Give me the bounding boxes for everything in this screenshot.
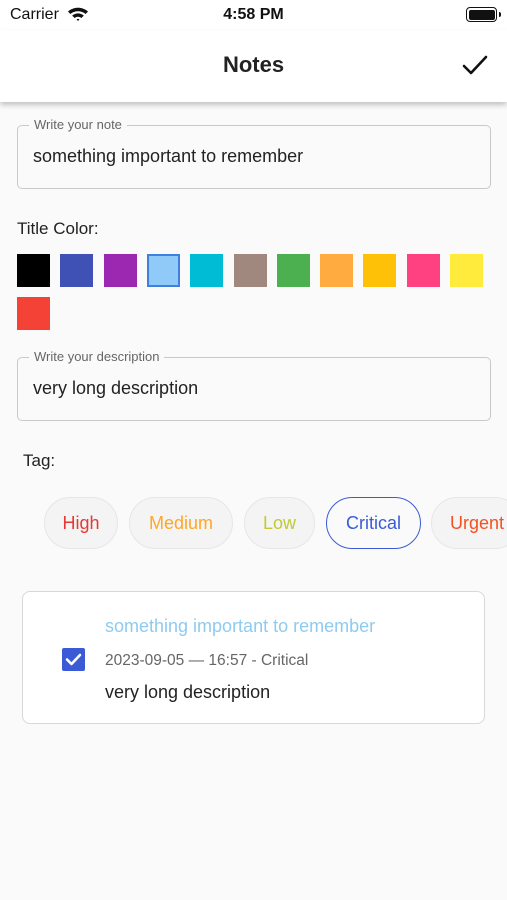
description-field-value[interactable]: very long description [33,378,198,399]
note-card-description: very long description [105,682,271,702]
note-field-label: Write your note [29,117,127,132]
color-swatch-green[interactable] [277,254,310,287]
color-swatch-black[interactable] [17,254,50,287]
battery-full-icon [466,7,501,22]
tag-chip-label: Medium [148,512,214,533]
app-bar: Notes [0,30,507,102]
color-swatch-red[interactable] [17,297,50,330]
tag-chip-urgent[interactable]: Urgent [431,497,507,549]
color-swatch-orange[interactable] [320,254,353,287]
tag-chip-low[interactable]: Low [244,497,315,549]
tag-chip-label: Low [262,512,297,533]
color-swatch-brown[interactable] [234,254,267,287]
note-done-checkbox[interactable] [62,648,85,671]
page-title: Notes [222,52,285,77]
color-swatch-indigo[interactable] [60,254,93,287]
description-field[interactable]: Write your description very long descrip… [17,349,491,421]
color-swatch-amber[interactable] [363,254,396,287]
tag-chip-label: Urgent [450,512,505,533]
checkmark-icon [462,55,488,75]
status-bar: Carrier 4:58 PM [0,0,507,30]
color-swatch-pink[interactable] [407,254,440,287]
tag-chip-label: High [62,512,100,533]
save-button[interactable] [458,50,492,80]
title-color-label: Title Color: [17,219,99,238]
note-field-value[interactable]: something important to remember [33,146,303,167]
description-field-label: Write your description [29,349,165,364]
tag-chip-medium[interactable]: Medium [129,497,233,549]
tag-chip-high[interactable]: High [44,497,118,549]
tag-chip-label: Critical [345,512,401,533]
checkbox-check-icon [65,653,82,666]
note-card-meta: 2023-09-05 — 16:57 - Critical [105,652,309,669]
color-swatch-yellow[interactable] [450,254,483,287]
color-swatch-light-blue[interactable] [147,254,180,287]
note-card[interactable]: something important to remember 2023-09-… [22,591,485,724]
tag-chip-critical[interactable]: Critical [326,497,421,549]
note-card-title: something important to remember [105,616,376,636]
color-swatch-purple[interactable] [104,254,137,287]
note-field[interactable]: Write your note something important to r… [17,117,491,189]
tag-label: Tag: [23,451,56,470]
clock: 4:58 PM [223,6,284,23]
color-swatch-cyan[interactable] [190,254,223,287]
